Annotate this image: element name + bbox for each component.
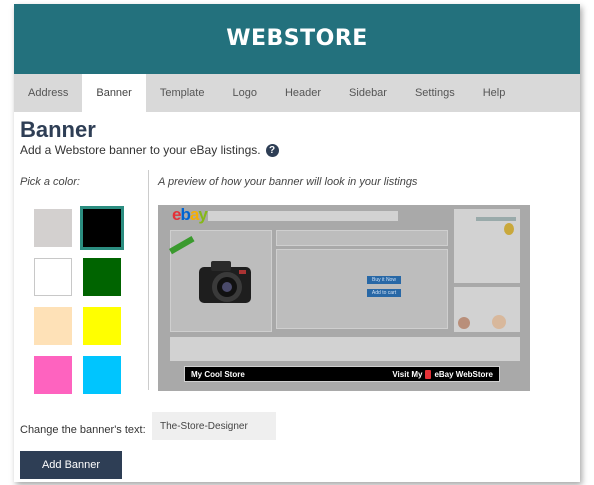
preview-details-block: Buy it Now Add to cart (276, 249, 448, 329)
ebay-logo: ebay (172, 205, 208, 224)
divider (148, 170, 149, 390)
camera-icon (199, 261, 251, 303)
tab-settings[interactable]: Settings (401, 74, 469, 112)
tab-sidebar[interactable]: Sidebar (335, 74, 401, 112)
tab-bar: Address Banner Template Logo Header Side… (14, 74, 580, 112)
page-title: Banner (20, 117, 96, 142)
banner-text-input[interactable] (152, 412, 276, 440)
color-swatch-peach[interactable] (34, 307, 72, 345)
preview-product-image (169, 230, 272, 332)
subtitle-text: Add a Webstore banner to your eBay listi… (20, 143, 261, 157)
color-swatch-pink[interactable] (34, 356, 72, 394)
page-subtitle: Add a Webstore banner to your eBay listi… (20, 143, 279, 157)
color-swatch-yellow[interactable] (83, 307, 121, 345)
add-to-cart-button: Add to cart (367, 289, 401, 297)
preview-sidebar-top (454, 209, 520, 283)
app-header: WEBSTORE (14, 4, 580, 74)
buy-now-button: Buy it Now (367, 276, 401, 284)
preview-sidebar-bottom (454, 287, 520, 332)
add-banner-button[interactable]: Add Banner (20, 451, 122, 479)
preview-label: A preview of how your banner will look i… (158, 176, 418, 188)
question-icon[interactable]: ? (265, 143, 279, 157)
banner-preview: ebay Buy it Now Add to cart My Cool Stor… (158, 205, 530, 391)
color-swatch-white[interactable] (34, 258, 72, 296)
banner-left-text: My Cool Store (191, 369, 245, 379)
preview-title-block (276, 230, 448, 246)
preview-search-bar (208, 211, 398, 221)
tab-header[interactable]: Header (271, 74, 335, 112)
tab-address[interactable]: Address (14, 74, 82, 112)
app-title: WEBSTORE (226, 26, 368, 51)
change-text-label: Change the banner's text: (20, 424, 146, 436)
pick-color-label: Pick a color: (20, 176, 80, 188)
tab-banner[interactable]: Banner (82, 74, 146, 112)
color-swatch-dark-green[interactable] (83, 258, 121, 296)
preview-banner-strip: My Cool Store Visit My eBay WebStore (184, 366, 500, 382)
banner-right-text: Visit My (392, 369, 423, 379)
tab-template[interactable]: Template (146, 74, 219, 112)
preview-footer-block (170, 337, 520, 361)
color-swatch-light-gray[interactable] (34, 209, 72, 247)
tab-help[interactable]: Help (469, 74, 520, 112)
color-swatch-black[interactable] (80, 206, 124, 250)
tab-logo[interactable]: Logo (218, 74, 270, 112)
color-swatch-sky-blue[interactable] (83, 356, 121, 394)
shopping-bag-icon (425, 369, 432, 379)
banner-right-text-2: eBay WebStore (434, 369, 493, 379)
